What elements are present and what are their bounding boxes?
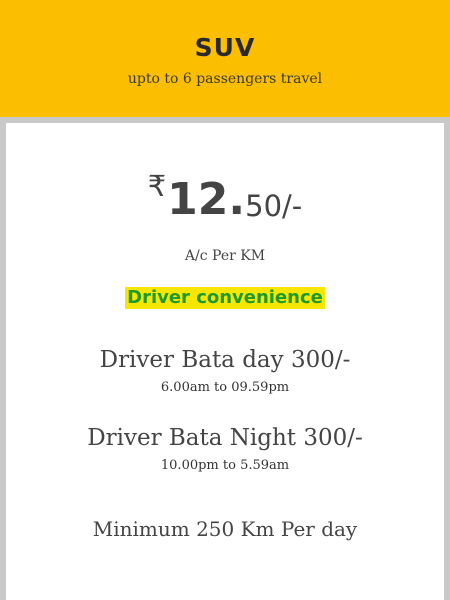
driver-bata-day-hours: 6.00am to 09.59pm [160,380,290,395]
pricing-card: SUV upto to 6 passengers travel ₹12.50/-… [0,0,450,600]
vehicle-capacity: upto to 6 passengers travel [127,71,323,87]
card-header: SUV upto to 6 passengers travel [0,0,450,117]
price-decimal: 50/- [245,189,303,223]
price-display: ₹12.50/- [6,165,444,225]
driver-bata-day: Driver Bata day 300/- [99,347,351,373]
driver-bata-night-hours: 10.00pm to 5.59am [160,458,290,473]
price-unit: A/c Per KM [184,248,266,264]
rupee-icon: ₹ [147,169,167,203]
card-body: ₹12.50/- A/c Per KM Driver convenience D… [6,123,444,600]
driver-convenience-highlight: Driver convenience [6,287,444,309]
driver-bata-night: Driver Bata Night 300/- [87,425,363,451]
price-amount: 12. [167,174,246,225]
minimum-distance: Minimum 250 Km Per day [92,517,358,541]
driver-convenience-label: Driver convenience [125,287,325,309]
vehicle-title: SUV [194,33,256,62]
